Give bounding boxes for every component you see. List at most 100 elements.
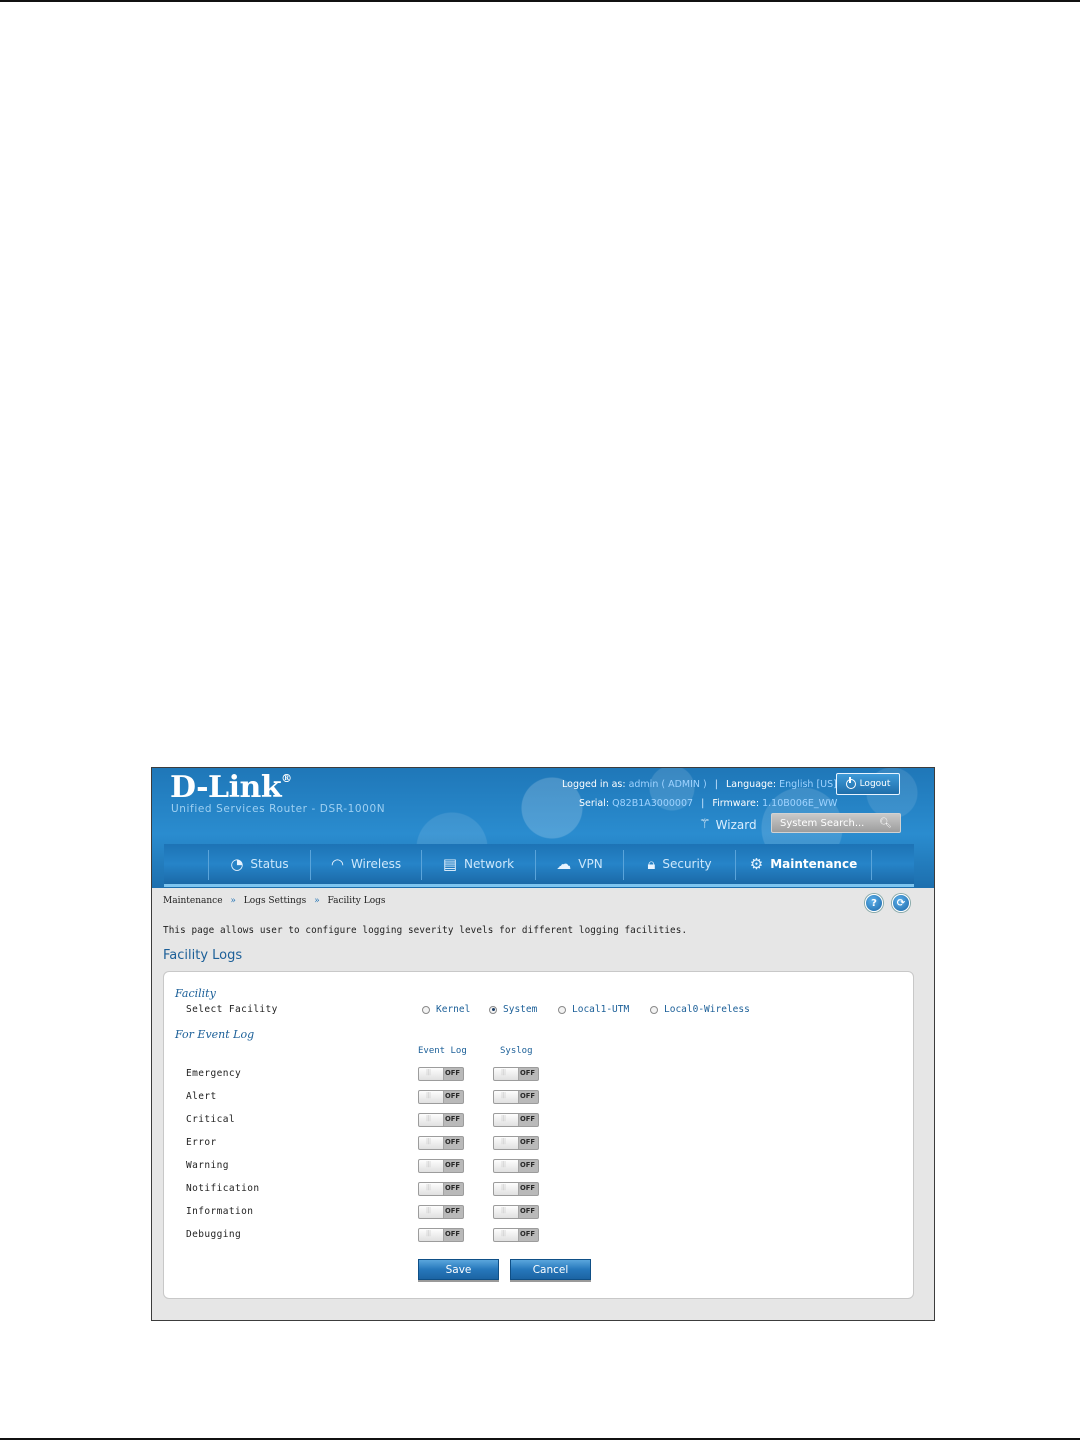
nav-label-status: Status [250,857,289,871]
search-icon[interactable]: 🔍︎ [879,818,892,829]
radio-label: Kernel [436,1004,471,1015]
nav-label-vpn: VPN [578,857,603,871]
radio-label: Local1-UTM [572,1004,630,1015]
syslog-toggle-alert[interactable]: OFF [493,1090,539,1104]
severity-label-notification: Notification [186,1183,260,1194]
toggle-knob [419,1183,444,1195]
login-info: Logged in as: admin ( ADMIN ) | Language… [562,779,837,790]
toggle-state-label: OFF [445,1115,461,1123]
gauge-icon: ◔ [230,855,244,873]
event-log-toggle-emergency[interactable]: OFF [418,1067,464,1081]
device-info: Serial: Q82B1A3000007 | Firmware: 1.10B0… [579,798,838,809]
nav-label-wireless: Wireless [350,857,402,871]
severity-label-emergency: Emergency [186,1068,242,1079]
toggle-knob [494,1114,519,1126]
lock-icon: 🔒︎ [647,855,656,873]
logout-label: Logout [859,779,891,789]
nav-item-status[interactable]: ◔ Status [209,844,310,884]
toggle-state-label: OFF [520,1230,536,1238]
facility-section-label: Facility [175,987,216,1000]
nav-item-vpn[interactable]: ☁ VPN [536,844,623,884]
gears-icon: ⚙ [749,855,764,873]
toggle-state-label: OFF [520,1184,536,1192]
breadcrumb: Maintenance » Logs Settings » Facility L… [163,896,386,906]
syslog-toggle-error[interactable]: OFF [493,1136,539,1150]
breadcrumb-maintenance[interactable]: Maintenance [163,896,223,906]
syslog-toggle-notification[interactable]: OFF [493,1182,539,1196]
serial-value: Q82B1A3000007 [612,798,694,809]
event-log-toggle-alert[interactable]: OFF [418,1090,464,1104]
column-header-event-log: Event Log [418,1046,467,1056]
event-log-section-label: For Event Log [175,1028,255,1041]
radio-button-selected-icon [489,1005,497,1014]
toggle-state-label: OFF [445,1069,461,1077]
toggle-knob [494,1068,519,1080]
page-title: Facility Logs [163,948,243,963]
save-button[interactable]: Save [418,1259,499,1280]
toggle-knob [419,1114,444,1126]
language-select[interactable]: English [US] [779,779,837,790]
dlink-logo: D-Link® [170,770,292,805]
nav-item-wireless[interactable]: ◠ Wireless [311,844,421,884]
toggle-state-label: OFF [520,1207,536,1215]
radio-local0-wireless[interactable]: Local0-Wireless [650,1004,750,1015]
syslog-toggle-critical[interactable]: OFF [493,1113,539,1127]
syslog-toggle-information[interactable]: OFF [493,1205,539,1219]
breadcrumb-logs-settings[interactable]: Logs Settings [244,896,306,906]
syslog-toggle-emergency[interactable]: OFF [493,1067,539,1081]
top-rule [0,0,1080,2]
syslog-toggle-warning[interactable]: OFF [493,1159,539,1173]
cancel-button[interactable]: Cancel [510,1259,591,1280]
severity-label-information: Information [186,1206,254,1217]
power-icon [845,777,856,789]
help-button[interactable]: ? [865,894,883,912]
syslog-toggle-debugging[interactable]: OFF [493,1228,539,1242]
serial-label: Serial: [579,798,610,809]
toggle-knob [494,1183,519,1195]
severity-label-warning: Warning [186,1160,229,1171]
system-search-input[interactable]: System Search... 🔍︎ [771,813,901,833]
language-label: Language: [726,779,777,790]
nav-label-network: Network [464,857,515,871]
firmware-value: 1.10B006E_WW [762,798,838,809]
nav-item-maintenance[interactable]: ⚙ Maintenance [736,844,871,884]
radio-button-icon [650,1005,658,1014]
product-name: Unified Services Router - DSR-1000N [171,803,386,815]
column-header-syslog: Syslog [500,1046,533,1056]
toggle-state-label: OFF [445,1184,461,1192]
radio-kernel[interactable]: Kernel [422,1004,470,1015]
event-log-toggle-debugging[interactable]: OFF [418,1228,464,1242]
toggle-knob [419,1091,444,1103]
severity-label-critical: Critical [186,1114,235,1125]
breadcrumb-separator: » [314,896,320,906]
event-log-toggle-information[interactable]: OFF [418,1205,464,1219]
event-log-toggle-warning[interactable]: OFF [418,1159,464,1173]
wizard-label: Wizard [715,817,757,832]
logged-in-user: admin ( ADMIN ) [628,779,707,790]
toggle-knob [494,1160,519,1172]
search-placeholder: System Search... [780,817,865,829]
event-log-toggle-critical[interactable]: OFF [418,1113,464,1127]
toggle-knob [494,1229,519,1241]
toggle-knob [419,1160,444,1172]
nav-item-security[interactable]: 🔒︎ Security [624,844,735,884]
radio-label: System [503,1004,538,1015]
logout-button[interactable]: Logout [836,773,900,795]
nav-item-network[interactable]: ▤ Network [422,844,535,884]
select-facility-label: Select Facility [186,1004,278,1015]
event-log-toggle-notification[interactable]: OFF [418,1182,464,1196]
server-icon: ▤ [442,855,458,873]
wizard-link[interactable]: ⚚ Wizard [699,817,757,832]
refresh-button[interactable]: ⟳ [892,894,910,912]
radio-local1-utm[interactable]: Local1-UTM [558,1004,629,1015]
radio-system[interactable]: System [489,1004,537,1015]
toggle-knob [494,1206,519,1218]
toggle-state-label: OFF [445,1161,461,1169]
severity-label-alert: Alert [186,1091,217,1102]
toggle-state-label: OFF [520,1092,536,1100]
question-icon: ? [871,897,877,909]
toggle-knob [494,1137,519,1149]
toggle-state-label: OFF [520,1138,536,1146]
event-log-toggle-error[interactable]: OFF [418,1136,464,1150]
severity-label-debugging: Debugging [186,1229,242,1240]
